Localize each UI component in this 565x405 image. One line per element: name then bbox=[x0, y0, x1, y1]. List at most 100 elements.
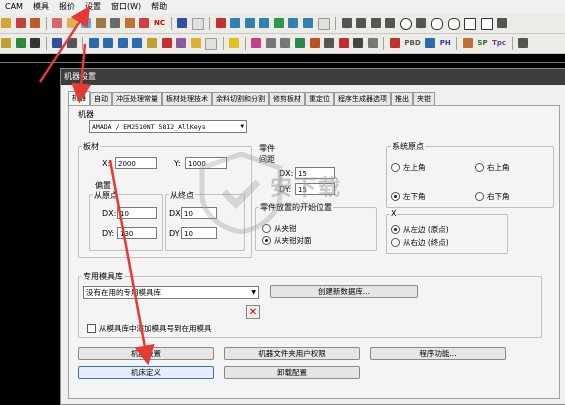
user-rights-button[interactable]: 机器文件夹用户权限 bbox=[224, 347, 360, 360]
table-icon[interactable] bbox=[280, 38, 291, 48]
offset-dy-field[interactable]: 130 bbox=[117, 227, 157, 239]
pbd-label[interactable]: PBD bbox=[404, 34, 420, 53]
highlight-icon[interactable] bbox=[229, 38, 240, 48]
tpc-label[interactable]: Tpc bbox=[492, 34, 506, 53]
tangent-icon[interactable] bbox=[416, 18, 427, 28]
draw-icon[interactable] bbox=[30, 38, 41, 48]
nc-label[interactable]: NC bbox=[154, 14, 165, 33]
nesting-icon[interactable] bbox=[295, 38, 306, 48]
circle-icon[interactable] bbox=[399, 18, 412, 30]
program-icon[interactable] bbox=[389, 38, 400, 48]
zoom-in-icon[interactable] bbox=[230, 18, 241, 28]
tab-eject[interactable]: 推出 bbox=[391, 92, 413, 105]
dropdown-icon[interactable] bbox=[191, 18, 204, 30]
punch-line-icon[interactable] bbox=[117, 38, 128, 48]
tooling-library-select[interactable]: 没有在用的专用模具库 ▼ bbox=[83, 286, 259, 299]
crosshair-icon[interactable] bbox=[518, 38, 529, 48]
punch-grid-icon[interactable] bbox=[132, 38, 143, 48]
tool-change-icon[interactable] bbox=[462, 38, 473, 48]
uninstall-config-button[interactable]: 卸载配置 bbox=[224, 366, 360, 379]
line-icon[interactable] bbox=[356, 18, 367, 28]
zoom-prev-icon[interactable] bbox=[288, 18, 299, 28]
start-opposite-clamp-radio[interactable]: 从夹钳对面 bbox=[262, 235, 312, 246]
origin-top-left-radio[interactable]: 左上角 bbox=[391, 162, 426, 173]
pencil-icon[interactable] bbox=[215, 18, 226, 28]
pan-icon[interactable] bbox=[303, 18, 314, 28]
x-from-left-radio[interactable]: 从左边 (原点) bbox=[391, 224, 449, 235]
angle-line-icon[interactable] bbox=[385, 18, 396, 28]
tool-icon[interactable] bbox=[30, 18, 41, 28]
rectangle-icon[interactable] bbox=[480, 18, 493, 30]
tab-punch-constants[interactable]: 冲压处理常量 bbox=[112, 92, 162, 105]
tab-auto[interactable]: 自动 bbox=[90, 92, 112, 105]
tab-machine[interactable]: 机器 bbox=[68, 91, 90, 106]
tab-reposition[interactable]: 重定位 bbox=[305, 92, 334, 105]
tab-scrap-cut[interactable]: 余料切割和分割 bbox=[212, 92, 269, 105]
cut-icon[interactable] bbox=[139, 18, 150, 28]
auto-nest-icon[interactable] bbox=[309, 38, 320, 48]
select-icon[interactable] bbox=[1, 38, 11, 48]
zoom-out-icon[interactable] bbox=[244, 18, 255, 28]
menu-cam[interactable]: CAM bbox=[0, 0, 28, 14]
origin-bottom-right-radio[interactable]: 右下角 bbox=[475, 191, 510, 202]
dropdown-icon[interactable] bbox=[317, 18, 330, 30]
color-bars-icon[interactable] bbox=[190, 38, 201, 48]
grid-icon[interactable] bbox=[110, 18, 121, 28]
sheet-layout-icon[interactable] bbox=[251, 38, 262, 48]
more-icon[interactable] bbox=[497, 18, 508, 28]
dropdown-icon[interactable] bbox=[205, 38, 218, 50]
punch-tool-icon[interactable] bbox=[88, 38, 99, 48]
form-icon[interactable] bbox=[161, 38, 172, 48]
add-tool-number-checkbox[interactable]: 从模具库中添加模具号到在用模具 bbox=[87, 323, 212, 334]
delete-icon[interactable]: ✕ bbox=[246, 305, 260, 319]
origin-bottom-left-radio[interactable]: 左下角 bbox=[391, 191, 426, 202]
punch-icon[interactable] bbox=[95, 18, 106, 28]
nest-icon[interactable] bbox=[81, 18, 92, 28]
create-database-button[interactable]: 创建新数据库... bbox=[270, 285, 418, 298]
x-from-right-radio[interactable]: 从右边 (终点) bbox=[391, 237, 449, 248]
clamp-move-icon[interactable] bbox=[338, 38, 349, 48]
hammer-icon[interactable] bbox=[124, 18, 135, 28]
menu-settings[interactable]: 设置 bbox=[80, 0, 106, 14]
point-icon[interactable] bbox=[341, 18, 352, 28]
sheet-x-field[interactable]: 2000 bbox=[115, 157, 157, 169]
menu-window[interactable]: 窗口(W) bbox=[106, 0, 146, 14]
part-icon[interactable] bbox=[52, 18, 63, 28]
open-icon[interactable] bbox=[1, 18, 11, 28]
menu-help[interactable]: 帮助 bbox=[146, 0, 172, 14]
tab-trim-sheet[interactable]: 修剪板材 bbox=[269, 92, 305, 105]
nibble-icon[interactable] bbox=[147, 38, 158, 48]
bend-icon[interactable] bbox=[176, 38, 187, 48]
punch-single-icon[interactable] bbox=[103, 38, 114, 48]
zoom-all-icon[interactable] bbox=[273, 18, 284, 28]
arc-icon[interactable] bbox=[66, 38, 77, 48]
triangle-icon[interactable] bbox=[464, 18, 477, 30]
simulate-icon[interactable] bbox=[425, 38, 436, 48]
machine-settings-button[interactable]: 机器设置 bbox=[78, 347, 214, 360]
machine-select[interactable]: AMADA / EM2510NT 58I2_AllKeys ▼ bbox=[89, 120, 247, 133]
move-icon[interactable] bbox=[15, 38, 26, 48]
origin-top-right-radio[interactable]: 右上角 bbox=[475, 162, 510, 173]
program-functions-button[interactable]: 程序功能... bbox=[370, 347, 506, 360]
sheet-icon[interactable] bbox=[66, 18, 77, 28]
save-icon[interactable] bbox=[15, 18, 26, 28]
zoom-window-icon[interactable] bbox=[259, 18, 270, 28]
filter-icon[interactable] bbox=[353, 38, 364, 48]
machine-definition-button[interactable]: 机床定义 bbox=[78, 366, 214, 379]
tab-clamps[interactable]: 夹钳 bbox=[413, 92, 435, 105]
clamp-icon[interactable] bbox=[324, 38, 335, 48]
oval-icon[interactable] bbox=[447, 18, 460, 30]
measure-icon[interactable] bbox=[265, 38, 276, 48]
sp-label[interactable]: SP bbox=[477, 34, 487, 53]
menu-quote[interactable]: 报价 bbox=[54, 0, 80, 14]
parallel-line-icon[interactable] bbox=[370, 18, 381, 28]
ph-label[interactable]: PH bbox=[440, 34, 451, 53]
menu-tooling[interactable]: 模具 bbox=[28, 0, 54, 14]
tab-sheet-processing[interactable]: 板材处理技术 bbox=[162, 92, 212, 105]
tab-program-generator[interactable]: 程序生成器选项 bbox=[334, 92, 391, 105]
offset-dx-field[interactable]: 10 bbox=[117, 207, 157, 219]
dimension-icon[interactable] bbox=[52, 38, 63, 48]
stats-icon[interactable] bbox=[367, 38, 378, 48]
layers-icon[interactable] bbox=[177, 18, 188, 28]
slot-icon[interactable] bbox=[430, 18, 443, 30]
